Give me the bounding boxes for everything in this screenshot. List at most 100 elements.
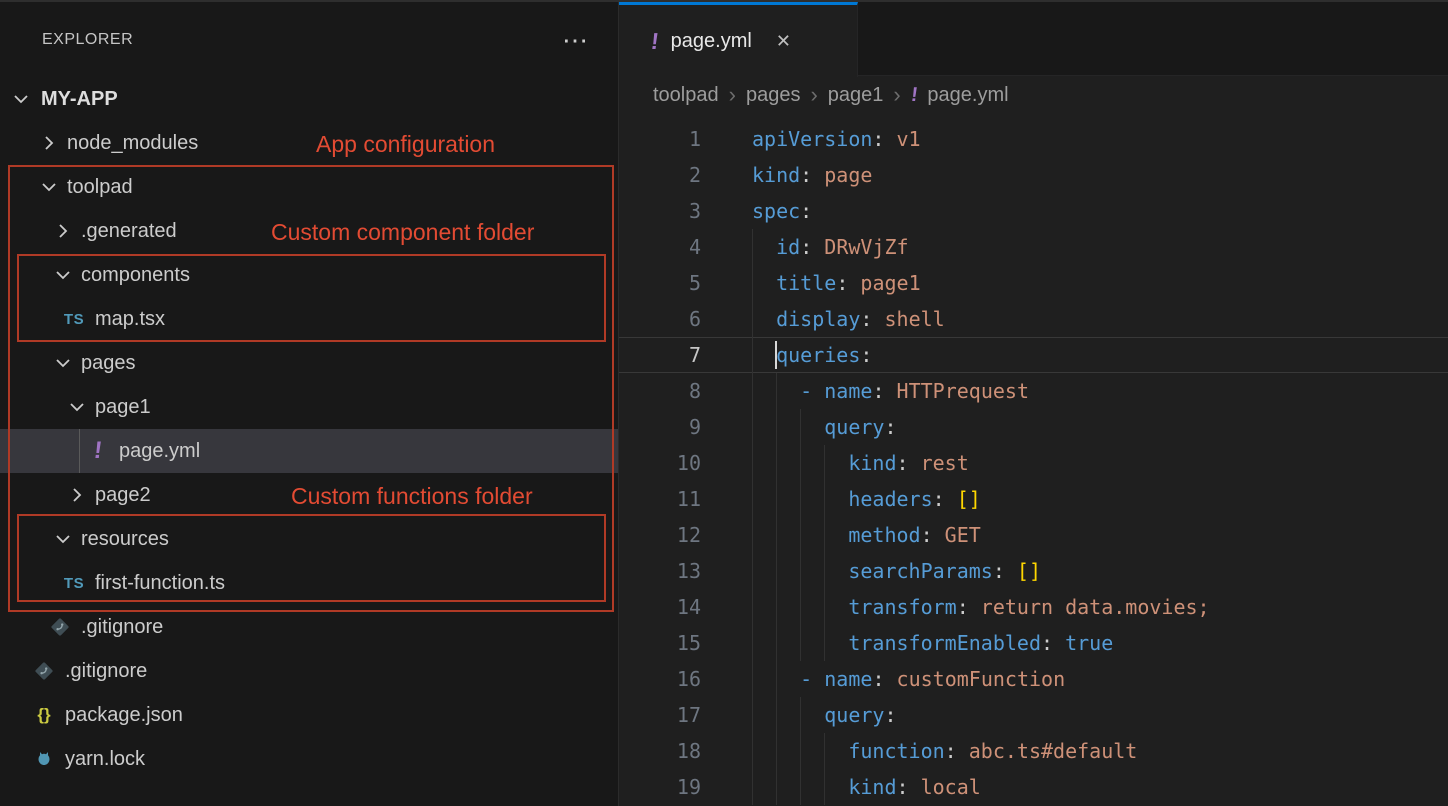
close-tab-icon[interactable]: ✕: [776, 31, 791, 52]
code-line-9[interactable]: 9 query:: [619, 409, 1448, 445]
line-number: 1: [619, 121, 701, 157]
yarn-icon: [30, 746, 58, 772]
code-line-13[interactable]: 13 searchParams: []: [619, 553, 1448, 589]
breadcrumb-item-pages[interactable]: pages: [746, 84, 801, 107]
tree-item-gitignore[interactable]: .gitignore: [0, 605, 618, 649]
line-number: 18: [619, 733, 701, 769]
chevron-right-icon: [38, 132, 60, 154]
tree-item-my-app[interactable]: MY-APP: [0, 77, 618, 121]
code-line-10[interactable]: 10 kind: rest: [619, 445, 1448, 481]
tree-item-generated[interactable]: .generated: [0, 209, 618, 253]
indent-guide: [776, 553, 777, 589]
tree-item-node-modules[interactable]: node_modules: [0, 121, 618, 165]
code-line-2[interactable]: 2kind: page: [619, 157, 1448, 193]
tree-item-yarn-lock[interactable]: yarn.lock: [0, 737, 618, 781]
code-line-text: kind: rest: [752, 445, 969, 481]
indent-guide: [824, 589, 825, 625]
code-line-text: queries:: [752, 337, 872, 373]
tree-item-page2[interactable]: page2: [0, 473, 618, 517]
indent-guide: [824, 769, 825, 805]
tree-item-map-tsx[interactable]: TSmap.tsx: [0, 297, 618, 341]
code-line-text: transformEnabled: true: [752, 625, 1113, 661]
tree-item-resources[interactable]: resources: [0, 517, 618, 561]
tree-item-components[interactable]: components: [0, 253, 618, 297]
code-line-text: - name: customFunction: [752, 661, 1065, 697]
code-line-7[interactable]: 7 queries:: [619, 337, 1448, 373]
code-line-19[interactable]: 19 kind: local: [619, 769, 1448, 805]
tree-item-gitignore[interactable]: .gitignore: [0, 649, 618, 693]
code-line-18[interactable]: 18 function: abc.ts#default: [619, 733, 1448, 769]
code-line-text: kind: local: [752, 769, 981, 805]
tree-item-label: package.json: [65, 704, 183, 727]
indent-guide: [752, 589, 753, 625]
chevron-down-icon: [52, 264, 74, 286]
tree-item-toolpad[interactable]: toolpad: [0, 165, 618, 209]
indent-guide: [824, 517, 825, 553]
indent-guide: [752, 733, 753, 769]
indent-guide: [752, 301, 753, 337]
indent-guide: [752, 229, 753, 265]
line-number: 6: [619, 301, 701, 337]
breadcrumb: toolpad›pages›page1›!page.yml: [619, 76, 1448, 114]
tab-bar: ! page.yml ✕: [619, 2, 1448, 76]
indent-guide: [776, 697, 777, 733]
code-line-17[interactable]: 17 query:: [619, 697, 1448, 733]
tree-item-page-yml[interactable]: !page.yml: [0, 429, 618, 473]
code-line-15[interactable]: 15 transformEnabled: true: [619, 625, 1448, 661]
indent-guide: [824, 733, 825, 769]
tree-item-label: pages: [81, 352, 136, 375]
tree-item-pages[interactable]: pages: [0, 341, 618, 385]
code-line-5[interactable]: 5 title: page1: [619, 265, 1448, 301]
indent-guide: [800, 481, 801, 517]
tree-item-label: page1: [95, 396, 151, 419]
tree-item-label: yarn.lock: [65, 748, 145, 771]
chevron-down-icon: [52, 528, 74, 550]
explorer-header: EXPLORER ⋯: [0, 2, 618, 77]
code-line-text: spec:: [752, 193, 812, 229]
yaml-icon: !: [84, 438, 112, 464]
code-line-8[interactable]: 8 - name: HTTPrequest: [619, 373, 1448, 409]
code-line-16[interactable]: 16 - name: customFunction: [619, 661, 1448, 697]
tree-item-page1[interactable]: page1: [0, 385, 618, 429]
explorer-title: EXPLORER: [42, 31, 133, 49]
line-number: 15: [619, 625, 701, 661]
line-number: 4: [619, 229, 701, 265]
code-line-11[interactable]: 11 headers: []: [619, 481, 1448, 517]
tree-item-first-function-ts[interactable]: TSfirst-function.ts: [0, 561, 618, 605]
tree-item-label: MY-APP: [41, 88, 118, 111]
indent-guide: [824, 481, 825, 517]
breadcrumb-separator: ›: [810, 82, 817, 108]
indent-guide: [800, 517, 801, 553]
indent-guide: [752, 517, 753, 553]
chevron-down-icon: [66, 396, 88, 418]
code-line-6[interactable]: 6 display: shell: [619, 301, 1448, 337]
tree-item-label: node_modules: [67, 132, 198, 155]
breadcrumb-item-page-yml[interactable]: !page.yml: [911, 84, 1009, 107]
breadcrumb-label: pages: [746, 84, 801, 107]
code-line-12[interactable]: 12 method: GET: [619, 517, 1448, 553]
code-line-3[interactable]: 3spec:: [619, 193, 1448, 229]
code-line-14[interactable]: 14 transform: return data.movies;: [619, 589, 1448, 625]
code-line-text: query:: [752, 409, 897, 445]
code-line-1[interactable]: 1apiVersion: v1: [619, 121, 1448, 157]
code-editor[interactable]: 1apiVersion: v12kind: page3spec:4 id: DR…: [619, 114, 1448, 806]
code-line-text: kind: page: [752, 157, 872, 193]
breadcrumb-item-page1[interactable]: page1: [828, 84, 884, 107]
code-line-4[interactable]: 4 id: DRwVjZf: [619, 229, 1448, 265]
indent-guide: [752, 265, 753, 301]
indent-guide: [800, 733, 801, 769]
indent-guide: [776, 589, 777, 625]
tree-item-label: map.tsx: [95, 308, 165, 331]
more-actions-icon[interactable]: ⋯: [562, 30, 588, 50]
tree-item-package-json[interactable]: {}package.json: [0, 693, 618, 737]
breadcrumb-item-toolpad[interactable]: toolpad: [653, 84, 719, 107]
chevron-right-icon: [52, 220, 74, 242]
indent-guide: [752, 409, 753, 445]
tree-item-label: .generated: [81, 220, 177, 243]
code-line-text: - name: HTTPrequest: [752, 373, 1029, 409]
indent-guide: [800, 409, 801, 445]
line-number: 8: [619, 373, 701, 409]
tab-page-yml[interactable]: ! page.yml ✕: [619, 2, 858, 77]
line-number: 11: [619, 481, 701, 517]
code-line-text: searchParams: []: [752, 553, 1041, 589]
